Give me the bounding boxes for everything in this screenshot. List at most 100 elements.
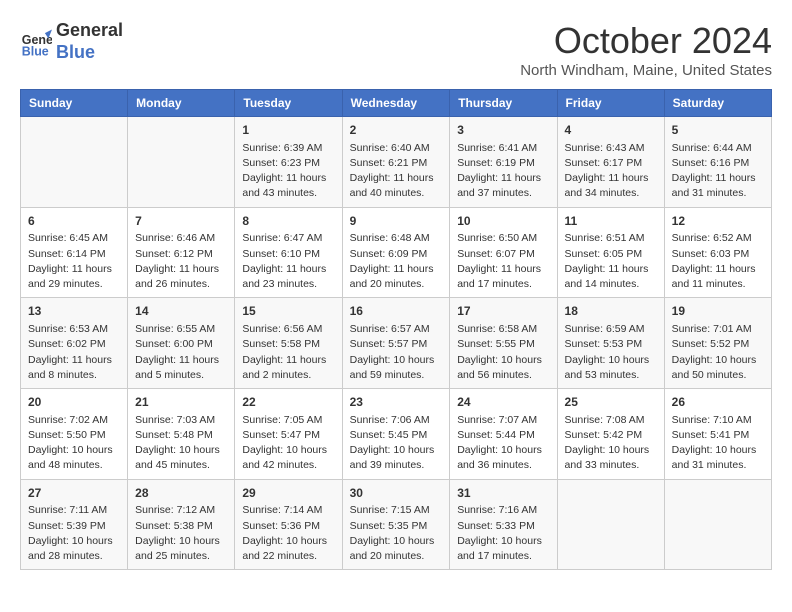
col-header-sunday: Sunday bbox=[21, 90, 128, 117]
day-number: 6 bbox=[28, 213, 120, 230]
day-number: 3 bbox=[457, 122, 549, 139]
day-cell: 15 Sunrise: 6:56 AM Sunset: 5:58 PM Dayli… bbox=[235, 298, 342, 389]
page-header: General Blue General Blue October 2024 N… bbox=[20, 20, 772, 79]
day-info: Sunrise: 7:02 AM Sunset: 5:50 PM Dayligh… bbox=[28, 413, 120, 474]
day-cell: 31Sunrise: 7:16 AM Sunset: 5:33 PM Dayli… bbox=[450, 479, 557, 570]
day-info: Sunrise: 7:10 AM Sunset: 5:41 PM Dayligh… bbox=[672, 413, 764, 474]
day-number: 10 bbox=[457, 213, 549, 230]
month-title: October 2024 bbox=[520, 20, 772, 62]
day-cell: 28Sunrise: 7:12 AM Sunset: 5:38 PM Dayli… bbox=[128, 479, 235, 570]
day-number: 7 bbox=[135, 213, 227, 230]
logo-text-general: General bbox=[56, 20, 123, 42]
day-info: Sunrise: 7:07 AM Sunset: 5:44 PM Dayligh… bbox=[457, 413, 549, 474]
day-number: 11 bbox=[565, 213, 657, 230]
week-row-3: 13 Sunrise: 6:53 AM Sunset: 6:02 PM Dayli… bbox=[21, 298, 772, 389]
day-number: 13 bbox=[28, 303, 120, 320]
day-cell: 9Sunrise: 6:48 AM Sunset: 6:09 PM Daylig… bbox=[342, 207, 450, 298]
day-number: 14 bbox=[135, 303, 227, 320]
day-number: 22 bbox=[242, 394, 334, 411]
day-cell: 4 Sunrise: 6:43 AM Sunset: 6:17 PM Daylig… bbox=[557, 117, 664, 208]
day-number: 25 bbox=[565, 394, 657, 411]
day-number: 27 bbox=[28, 485, 120, 502]
header-row: SundayMondayTuesdayWednesdayThursdayFrid… bbox=[21, 90, 772, 117]
col-header-friday: Friday bbox=[557, 90, 664, 117]
day-cell: 7Sunrise: 6:46 AM Sunset: 6:12 PM Daylig… bbox=[128, 207, 235, 298]
day-number: 18 bbox=[565, 303, 657, 320]
day-info: Sunrise: 7:08 AM Sunset: 5:42 PM Dayligh… bbox=[565, 413, 657, 474]
logo-text-blue: Blue bbox=[56, 42, 123, 64]
day-cell bbox=[21, 117, 128, 208]
day-number: 4 bbox=[565, 122, 657, 139]
day-cell: 24 Sunrise: 7:07 AM Sunset: 5:44 PM Dayli… bbox=[450, 389, 557, 480]
day-info: Sunrise: 7:03 AM Sunset: 5:48 PM Dayligh… bbox=[135, 413, 227, 474]
day-cell: 17Sunrise: 6:58 AM Sunset: 5:55 PM Dayli… bbox=[450, 298, 557, 389]
day-info: Sunrise: 6:43 AM Sunset: 6:17 PM Dayligh… bbox=[565, 141, 657, 202]
day-info: Sunrise: 6:52 AM Sunset: 6:03 PM Dayligh… bbox=[672, 231, 764, 292]
day-info: Sunrise: 6:41 AM Sunset: 6:19 PM Dayligh… bbox=[457, 141, 549, 202]
day-cell: 29Sunrise: 7:14 AM Sunset: 5:36 PM Dayli… bbox=[235, 479, 342, 570]
day-number: 8 bbox=[242, 213, 334, 230]
day-info: Sunrise: 7:06 AM Sunset: 5:45 PM Dayligh… bbox=[350, 413, 443, 474]
day-cell: 23 Sunrise: 7:06 AM Sunset: 5:45 PM Dayli… bbox=[342, 389, 450, 480]
day-info: Sunrise: 6:44 AM Sunset: 6:16 PM Dayligh… bbox=[672, 141, 764, 202]
day-cell bbox=[128, 117, 235, 208]
day-number: 30 bbox=[350, 485, 443, 502]
day-cell bbox=[557, 479, 664, 570]
week-row-4: 20Sunrise: 7:02 AM Sunset: 5:50 PM Dayli… bbox=[21, 389, 772, 480]
day-info: Sunrise: 6:56 AM Sunset: 5:58 PM Dayligh… bbox=[242, 322, 334, 383]
week-row-5: 27Sunrise: 7:11 AM Sunset: 5:39 PM Dayli… bbox=[21, 479, 772, 570]
day-info: Sunrise: 7:05 AM Sunset: 5:47 PM Dayligh… bbox=[242, 413, 334, 474]
day-cell: 8Sunrise: 6:47 AM Sunset: 6:10 PM Daylig… bbox=[235, 207, 342, 298]
day-cell: 5 Sunrise: 6:44 AM Sunset: 6:16 PM Daylig… bbox=[664, 117, 771, 208]
day-cell: 19 Sunrise: 7:01 AM Sunset: 5:52 PM Dayli… bbox=[664, 298, 771, 389]
day-info: Sunrise: 6:55 AM Sunset: 6:00 PM Dayligh… bbox=[135, 322, 227, 383]
col-header-saturday: Saturday bbox=[664, 90, 771, 117]
day-info: Sunrise: 7:14 AM Sunset: 5:36 PM Dayligh… bbox=[242, 503, 334, 564]
day-number: 2 bbox=[350, 122, 443, 139]
day-cell: 6Sunrise: 6:45 AM Sunset: 6:14 PM Daylig… bbox=[21, 207, 128, 298]
day-info: Sunrise: 7:01 AM Sunset: 5:52 PM Dayligh… bbox=[672, 322, 764, 383]
day-info: Sunrise: 7:16 AM Sunset: 5:33 PM Dayligh… bbox=[457, 503, 549, 564]
day-cell: 11Sunrise: 6:51 AM Sunset: 6:05 PM Dayli… bbox=[557, 207, 664, 298]
logo: General Blue General Blue bbox=[20, 20, 123, 63]
day-number: 19 bbox=[672, 303, 764, 320]
day-info: Sunrise: 6:45 AM Sunset: 6:14 PM Dayligh… bbox=[28, 231, 120, 292]
day-info: Sunrise: 6:51 AM Sunset: 6:05 PM Dayligh… bbox=[565, 231, 657, 292]
day-info: Sunrise: 6:40 AM Sunset: 6:21 PM Dayligh… bbox=[350, 141, 443, 202]
day-cell: 13 Sunrise: 6:53 AM Sunset: 6:02 PM Dayli… bbox=[21, 298, 128, 389]
day-cell: 20Sunrise: 7:02 AM Sunset: 5:50 PM Dayli… bbox=[21, 389, 128, 480]
day-info: Sunrise: 6:53 AM Sunset: 6:02 PM Dayligh… bbox=[28, 322, 120, 383]
col-header-tuesday: Tuesday bbox=[235, 90, 342, 117]
day-number: 15 bbox=[242, 303, 334, 320]
day-cell: 21Sunrise: 7:03 AM Sunset: 5:48 PM Dayli… bbox=[128, 389, 235, 480]
day-number: 5 bbox=[672, 122, 764, 139]
day-number: 26 bbox=[672, 394, 764, 411]
day-number: 29 bbox=[242, 485, 334, 502]
day-info: Sunrise: 7:15 AM Sunset: 5:35 PM Dayligh… bbox=[350, 503, 443, 564]
day-info: Sunrise: 6:48 AM Sunset: 6:09 PM Dayligh… bbox=[350, 231, 443, 292]
day-cell: 10Sunrise: 6:50 AM Sunset: 6:07 PM Dayli… bbox=[450, 207, 557, 298]
day-info: Sunrise: 6:58 AM Sunset: 5:55 PM Dayligh… bbox=[457, 322, 549, 383]
week-row-2: 6Sunrise: 6:45 AM Sunset: 6:14 PM Daylig… bbox=[21, 207, 772, 298]
week-row-1: 1 Sunrise: 6:39 AM Sunset: 6:23 PM Daylig… bbox=[21, 117, 772, 208]
day-cell: 14 Sunrise: 6:55 AM Sunset: 6:00 PM Dayli… bbox=[128, 298, 235, 389]
day-info: Sunrise: 7:11 AM Sunset: 5:39 PM Dayligh… bbox=[28, 503, 120, 564]
col-header-monday: Monday bbox=[128, 90, 235, 117]
day-number: 28 bbox=[135, 485, 227, 502]
day-number: 23 bbox=[350, 394, 443, 411]
day-info: Sunrise: 7:12 AM Sunset: 5:38 PM Dayligh… bbox=[135, 503, 227, 564]
day-info: Sunrise: 6:47 AM Sunset: 6:10 PM Dayligh… bbox=[242, 231, 334, 292]
day-cell: 26 Sunrise: 7:10 AM Sunset: 5:41 PM Dayli… bbox=[664, 389, 771, 480]
day-number: 24 bbox=[457, 394, 549, 411]
day-cell: 25 Sunrise: 7:08 AM Sunset: 5:42 PM Dayli… bbox=[557, 389, 664, 480]
calendar-table: SundayMondayTuesdayWednesdayThursdayFrid… bbox=[20, 89, 772, 570]
day-cell: 27Sunrise: 7:11 AM Sunset: 5:39 PM Dayli… bbox=[21, 479, 128, 570]
day-info: Sunrise: 6:39 AM Sunset: 6:23 PM Dayligh… bbox=[242, 141, 334, 202]
day-number: 1 bbox=[242, 122, 334, 139]
day-number: 9 bbox=[350, 213, 443, 230]
day-cell: 30Sunrise: 7:15 AM Sunset: 5:35 PM Dayli… bbox=[342, 479, 450, 570]
day-cell: 12Sunrise: 6:52 AM Sunset: 6:03 PM Dayli… bbox=[664, 207, 771, 298]
col-header-wednesday: Wednesday bbox=[342, 90, 450, 117]
day-cell: 3 Sunrise: 6:41 AM Sunset: 6:19 PM Daylig… bbox=[450, 117, 557, 208]
logo-icon: General Blue bbox=[20, 26, 52, 58]
